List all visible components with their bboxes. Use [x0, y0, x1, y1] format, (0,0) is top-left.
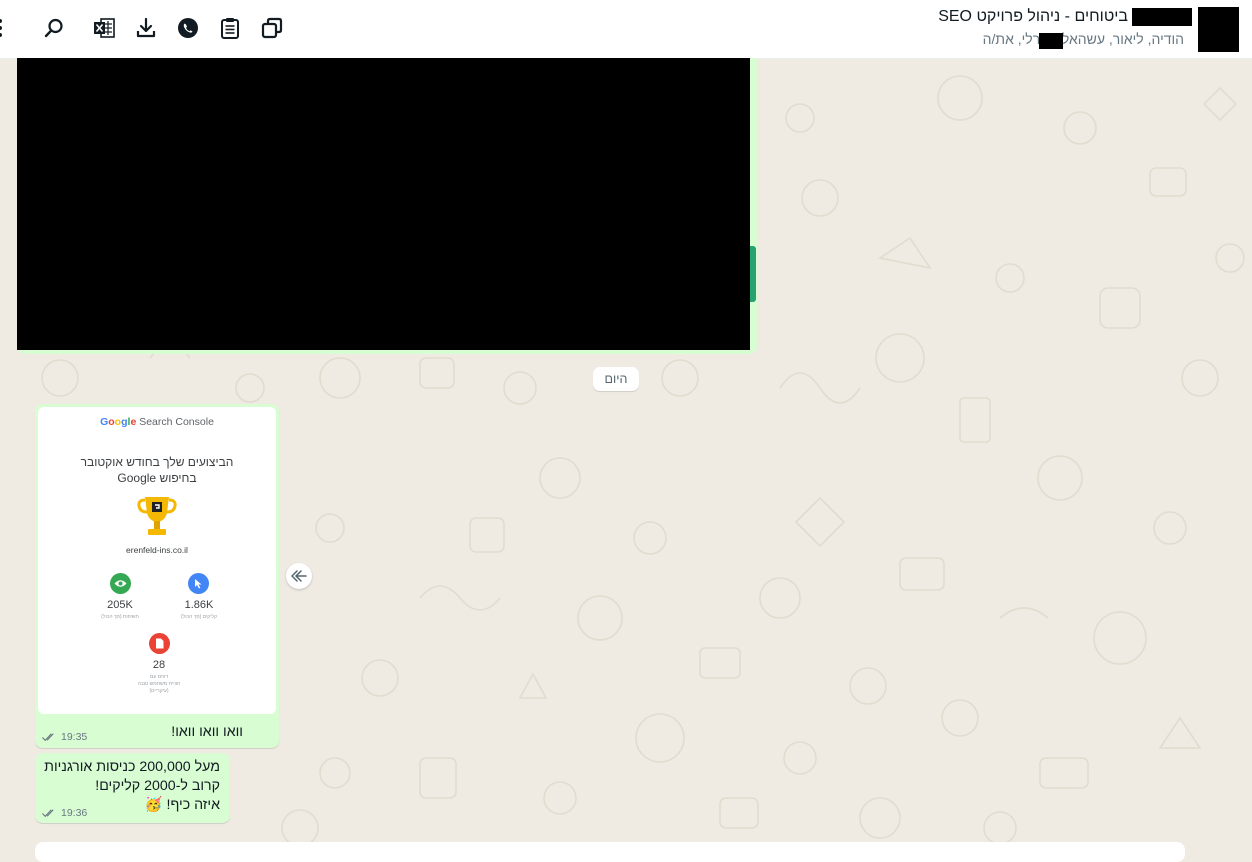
message-text: וואו וואו וואו!	[171, 724, 243, 740]
message-meta: 19:36	[42, 807, 87, 819]
redaction-box	[1039, 33, 1063, 49]
eye-icon	[110, 573, 131, 594]
clicks-label: קליקים (סך הכול)	[180, 614, 218, 620]
double-check-icon	[42, 733, 54, 742]
clicks-value: 1.86K	[184, 599, 214, 611]
message-time: 19:35	[61, 731, 88, 743]
search-console-image[interactable]: Google Search Console הביצועים שלך בחודש…	[38, 407, 276, 714]
chat-title[interactable]: ביטוחים - ניהול פרויקט SEO	[938, 8, 1128, 26]
forward-button[interactable]	[286, 563, 312, 589]
date-separator: היום	[593, 367, 639, 391]
group-avatar[interactable]	[1198, 7, 1239, 52]
pages-value: 28	[152, 659, 166, 671]
message-time: 19:36	[61, 807, 88, 819]
message-bubble[interactable]: Google Search Console הביצועים שלך בחודש…	[35, 404, 279, 748]
pages-label-2: חוויית משתמש טובה	[137, 681, 181, 687]
double-check-icon	[42, 809, 54, 818]
impressions-label: חשיפות (סך הכול)	[101, 614, 139, 620]
performance-title: הביצועים שלך בחודש אוקטובר בחיפוש Google	[80, 455, 234, 485]
message-meta: 19:35	[42, 731, 87, 743]
pages-label-1: דפים עם	[150, 674, 168, 680]
copy-icon[interactable]	[256, 13, 288, 43]
forward-icon	[291, 570, 307, 582]
chat-members[interactable]: הודיה, ליאור, עשהאל, שירלי, את/ה	[983, 31, 1184, 47]
pages-label-3: (עיקריים)	[149, 688, 169, 694]
excel-icon[interactable]	[88, 13, 120, 43]
google-search-console-logo: Google Search Console	[100, 416, 214, 428]
site-domain: erenfeld-ins.co.il	[126, 545, 188, 555]
media-side-tab	[750, 246, 756, 302]
trophy-icon	[137, 497, 177, 535]
whatsapp-icon[interactable]	[172, 13, 204, 43]
message-line: מעל 200,000 כניסות אורגניות	[44, 759, 220, 775]
redaction-box	[1132, 8, 1192, 26]
download-icon[interactable]	[130, 13, 162, 43]
message-bubble[interactable]: מעל 200,000 כניסות אורגניות קרוב ל-2000 …	[35, 753, 230, 823]
menu-dots-icon[interactable]	[0, 13, 12, 43]
redacted-media[interactable]	[17, 58, 750, 350]
message-line: קרוב ל-2000 קליקים!	[95, 778, 220, 794]
page-icon	[149, 633, 170, 654]
clipboard-icon[interactable]	[214, 13, 246, 43]
search-icon[interactable]	[38, 13, 70, 43]
cursor-icon	[188, 573, 209, 594]
message-composer[interactable]	[35, 842, 1185, 862]
impressions-value: 205K	[107, 599, 133, 611]
chat-header: ביטוחים - ניהול פרויקט SEO הודיה, ליאור,…	[0, 0, 1252, 59]
